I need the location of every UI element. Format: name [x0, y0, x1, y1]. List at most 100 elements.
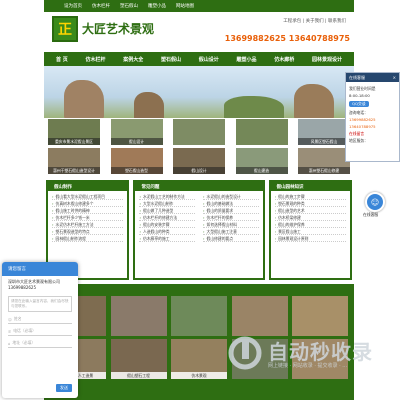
panel-link[interactable]: 园林假山制作流程: [52, 235, 124, 242]
panel-link[interactable]: 仿木栏杆的修建方法: [139, 214, 195, 221]
case-thumbnail[interactable]: 重庆市景水泥假山景区: [48, 119, 100, 145]
user-icon: ☺: [370, 197, 380, 207]
panel-link[interactable]: 假山的安装步骤: [139, 221, 195, 228]
topbar-link-sitemap[interactable]: 网站地图: [176, 3, 194, 9]
panel-link[interactable]: 仿木栏杆多少钱一米: [52, 214, 124, 221]
chat-avatar-button[interactable]: ☺: [365, 192, 385, 212]
case-thumbnail[interactable]: [173, 119, 225, 145]
case-thumbnail[interactable]: 塑石假山造型: [110, 148, 163, 174]
gallery-image[interactable]: 仿木景观: [171, 339, 227, 379]
nav-item-railing[interactable]: 仿木栏杆: [85, 56, 105, 63]
panel-title[interactable]: 常见问题: [135, 182, 263, 191]
thumb-caption: 重庆市景水泥假山景区: [48, 138, 100, 145]
header-contact-links[interactable]: 工程承包 | 关于我们 | 联系我们: [283, 18, 346, 24]
thumb-caption: 惠州干塑石假山造型设计: [48, 167, 100, 174]
region-label: 地区服务：: [349, 138, 368, 143]
gallery-image[interactable]: [171, 296, 227, 336]
case-thumbnail[interactable]: 假山设计: [173, 148, 225, 174]
topbar-link-home[interactable]: 设为首页: [64, 3, 82, 9]
message-popup-company: 深圳市大匠艺术景观有限公司13699882625: [8, 279, 60, 290]
gallery-image[interactable]: 假山塑石工程: [110, 339, 167, 379]
case-thumbnail[interactable]: 惠州干塑石假山造型设计: [48, 148, 100, 174]
service-hours-label: 我们营业时间是: [349, 86, 376, 91]
qq-chat-button[interactable]: QQ交谈: [349, 101, 369, 107]
main-nav: 首 页 仿木栏杆 案例大全 塑石假山 假山设计 雕塑小品 仿木廊桥 园林景观设计: [44, 52, 354, 66]
panel-link[interactable]: 假山的施工步骤: [274, 193, 346, 200]
topbar-link-railing[interactable]: 仿木栏杆: [92, 3, 110, 9]
case-thumbnail[interactable]: 假山设计: [110, 119, 163, 145]
panel-link[interactable]: 仿木廊亭的施工: [139, 235, 195, 242]
case-thumbnails-row: 惠州干塑石假山造型设计 塑石假山造型 假山设计 假山建造 惠州塑石假山修建: [44, 148, 354, 174]
panel-link[interactable]: 假山看大型水泥假山工程项目: [52, 193, 124, 200]
nav-item-rockery[interactable]: 塑石假山: [161, 56, 181, 63]
panel-link[interactable]: 水泥假山工艺的制作方法: [139, 193, 195, 200]
panel-link[interactable]: 仿木栏杆的保养: [203, 214, 259, 221]
panel-link[interactable]: 如何选择假山材料: [203, 221, 259, 228]
thumb-caption: 假山建造: [235, 167, 288, 174]
gallery-image[interactable]: [292, 296, 348, 336]
panel-link[interactable]: 仿真树木假山修建多个: [52, 200, 124, 207]
panel-link[interactable]: 大型水泥假山制作: [139, 200, 195, 207]
service-panel-header: 在线客服 ×: [346, 73, 399, 82]
panel-link[interactable]: 塑石景观的种类: [274, 200, 346, 207]
top-bar: 设为首页 仿木栏杆 塑石假山 雕塑小品 网站地图: [44, 0, 354, 12]
case-thumbnail[interactable]: 风景区塑石假山: [298, 119, 350, 145]
address-field[interactable]: ⌂ 地址（必填）: [8, 339, 72, 348]
site-logo[interactable]: 正: [52, 16, 78, 42]
service-phone-2: 13640788975: [349, 124, 376, 129]
panel-title[interactable]: 假山园林知识: [270, 182, 350, 191]
rock-image: [134, 92, 164, 118]
gallery-image[interactable]: [231, 296, 288, 336]
panel-link[interactable]: 大型假山施工注意: [203, 228, 259, 235]
name-placeholder: 姓名: [13, 316, 22, 321]
panel-link[interactable]: 仿木桥梁修建: [274, 214, 346, 221]
panel-link[interactable]: 假山的质量要求: [203, 207, 259, 214]
panel-link[interactable]: 塑石景观造型的特点: [52, 228, 124, 235]
panel-link[interactable]: 水泥仿木栏杆施工方法: [52, 221, 124, 228]
case-thumbnail[interactable]: 惠州塑石假山修建: [298, 148, 350, 174]
panel-link[interactable]: 园林景观设计原则: [274, 235, 346, 242]
panel-link[interactable]: 假山造型的艺术: [274, 207, 346, 214]
leave-message-link[interactable]: 在线留言: [349, 130, 396, 137]
nav-item-cases[interactable]: 案例大全: [123, 56, 143, 63]
nav-item-design[interactable]: 假山设计: [199, 56, 219, 63]
panel-title[interactable]: 假山制作: [48, 182, 128, 191]
panel-link[interactable]: 景区假山施工: [274, 228, 346, 235]
gallery-image[interactable]: [110, 296, 167, 336]
panel-link[interactable]: 假山的维护保养: [274, 221, 346, 228]
case-thumbnail[interactable]: [235, 119, 288, 145]
nav-item-bridge[interactable]: 仿木廊桥: [274, 56, 294, 63]
message-content-input[interactable]: 请您在此输入留言内容，我们会尽快与您联系。: [8, 296, 72, 312]
panel-link[interactable]: 假山的基础做法: [203, 200, 259, 207]
gallery-header-bar: [44, 284, 354, 292]
nav-item-landscape[interactable]: 园林景观设计: [312, 56, 342, 63]
service-phone-1: 13699882625: [349, 117, 376, 122]
nav-item-home[interactable]: 首 页: [56, 56, 68, 63]
location-icon: ⌂: [8, 340, 11, 346]
site-header: 正 大匠艺术景观 工程承包 | 关于我们 | 联系我们 13699882625 …: [44, 12, 354, 52]
watermark-logo-icon: [228, 336, 262, 370]
panel-link[interactable]: 假山做了几种造型: [139, 207, 195, 214]
nav-item-sculpture[interactable]: 雕塑小品: [236, 56, 256, 63]
site-name[interactable]: 大匠艺术景观: [82, 20, 154, 37]
phone-field[interactable]: ✆ 电话（必填）: [8, 327, 72, 336]
topbar-link-sculpture[interactable]: 雕塑小品: [148, 3, 166, 9]
topbar-link-rockery[interactable]: 塑石假山: [120, 3, 138, 9]
case-thumbnail[interactable]: 假山建造: [235, 148, 288, 174]
panel-link[interactable]: 水泥假山的造型设计: [203, 193, 259, 200]
thumb-caption: 假山设计: [173, 167, 225, 174]
name-field[interactable]: ☺ 姓名: [8, 315, 72, 324]
message-popup-title: 请您留言: [2, 262, 78, 276]
hero-banner[interactable]: [44, 66, 354, 118]
chat-button-label: 在线客服: [363, 212, 379, 217]
message-popup: 请您留言 深圳市大匠艺术景观有限公司13699882625 请您在此输入留言内容…: [2, 262, 78, 398]
panel-link[interactable]: 人造假山的种类: [139, 228, 195, 235]
phone-icon: ✆: [8, 328, 12, 334]
panel-link[interactable]: 假山施工时供的精神: [52, 207, 124, 214]
watermark-text: 自动秒收录: [268, 340, 373, 364]
send-button[interactable]: 发送: [56, 384, 72, 392]
panel-link[interactable]: 假山修建的要点: [203, 235, 259, 242]
close-icon[interactable]: ×: [393, 75, 396, 80]
header-phone: 13699882625 13640788975: [224, 34, 350, 43]
thumb-caption: 惠州塑石假山修建: [298, 167, 350, 174]
